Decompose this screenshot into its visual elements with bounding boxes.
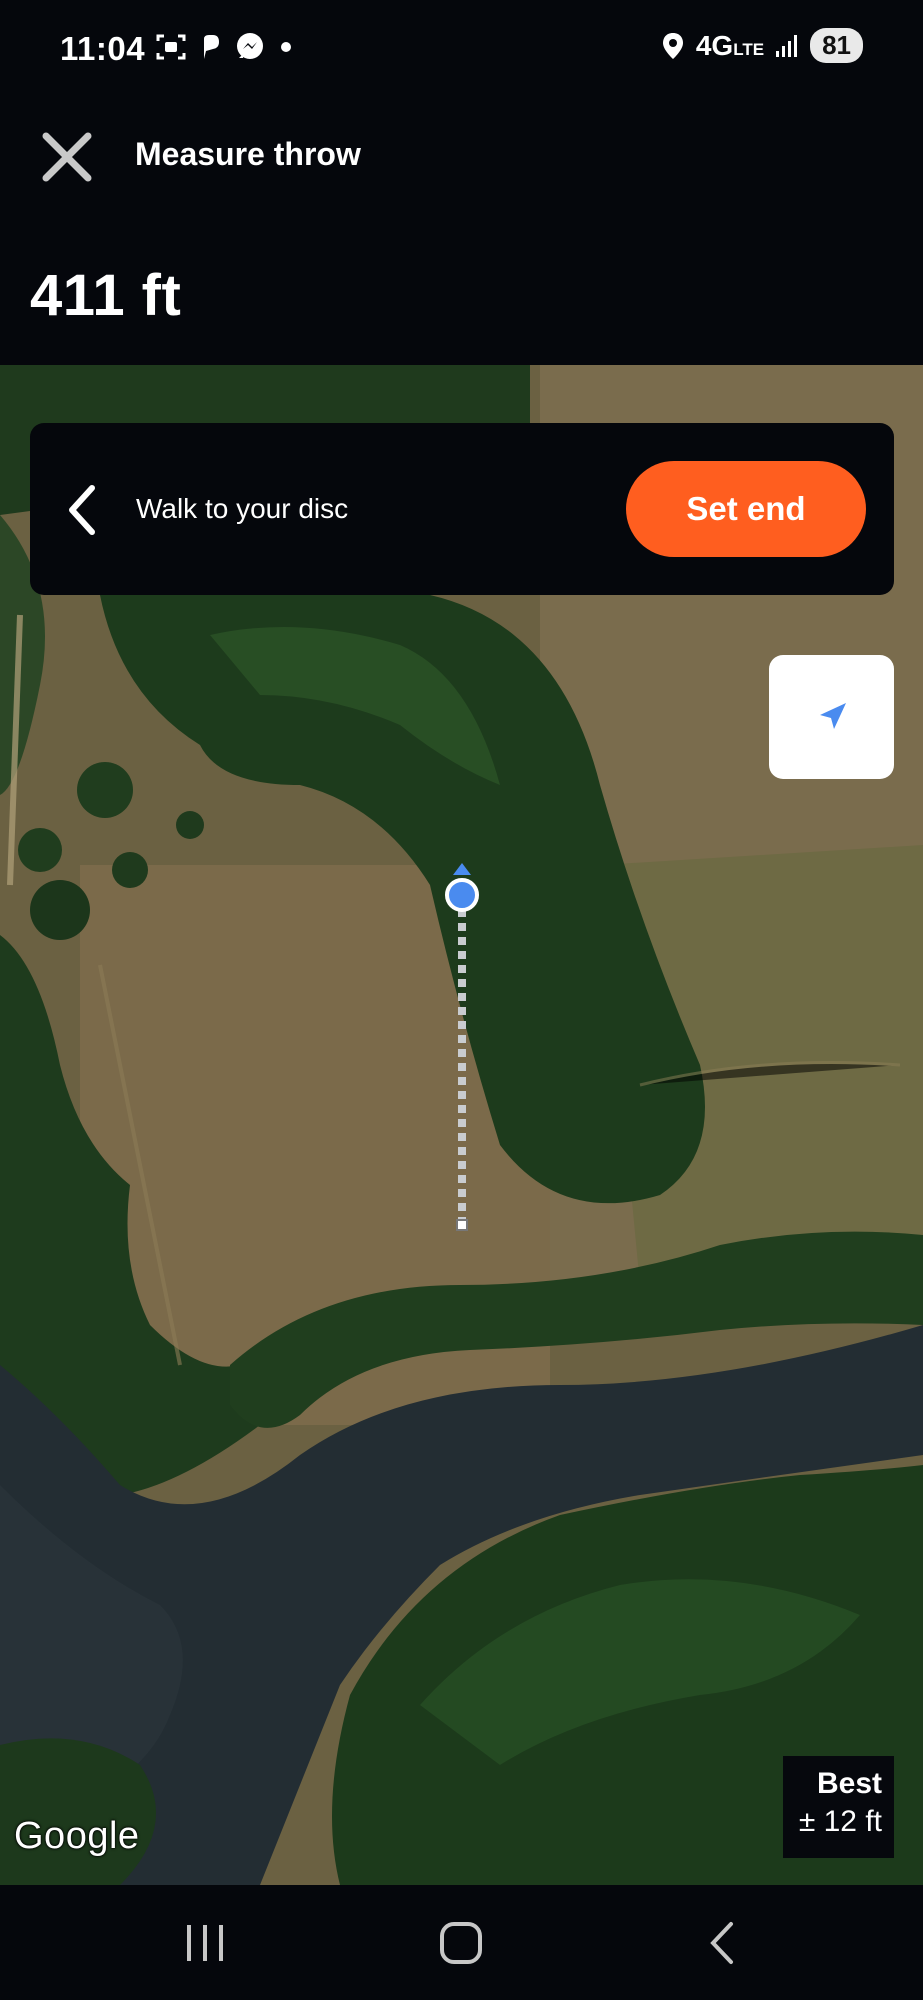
- battery-indicator: 81: [810, 28, 863, 63]
- navigation-arrow-icon: [819, 703, 846, 729]
- set-end-button[interactable]: Set end: [626, 461, 866, 557]
- dot-icon: [281, 42, 291, 52]
- page-title: Measure throw: [135, 136, 361, 172]
- google-attribution: Google: [14, 1815, 140, 1857]
- navigation-app-icon: [204, 35, 219, 59]
- throw-distance: 411 ft: [30, 263, 182, 328]
- chevron-left-icon[interactable]: [58, 480, 108, 540]
- accuracy-label: Best: [816, 1767, 882, 1800]
- screen-record-icon: [156, 34, 186, 60]
- walk-instruction: Walk to your disc: [136, 493, 349, 524]
- accuracy-value: ± 12 ft: [798, 1805, 882, 1838]
- messenger-icon: [237, 33, 263, 59]
- status-right: 4GLTE 81: [660, 28, 863, 63]
- back-icon[interactable]: [705, 1920, 737, 1966]
- network-label: 4GLTE: [695, 29, 765, 61]
- close-icon[interactable]: [38, 128, 96, 186]
- signal-icon: [776, 34, 798, 57]
- recent-apps-icon[interactable]: [183, 1925, 227, 1961]
- status-icons-left: [155, 32, 293, 62]
- home-icon[interactable]: [440, 1922, 482, 1964]
- status-bar: 11:04 4GLTE 81: [0, 0, 923, 100]
- gps-accuracy-badge: Best ± 12 ft: [783, 1756, 894, 1858]
- location-pin-icon: [662, 32, 683, 59]
- recenter-button[interactable]: [769, 655, 894, 779]
- status-time: 11:04: [60, 30, 146, 67]
